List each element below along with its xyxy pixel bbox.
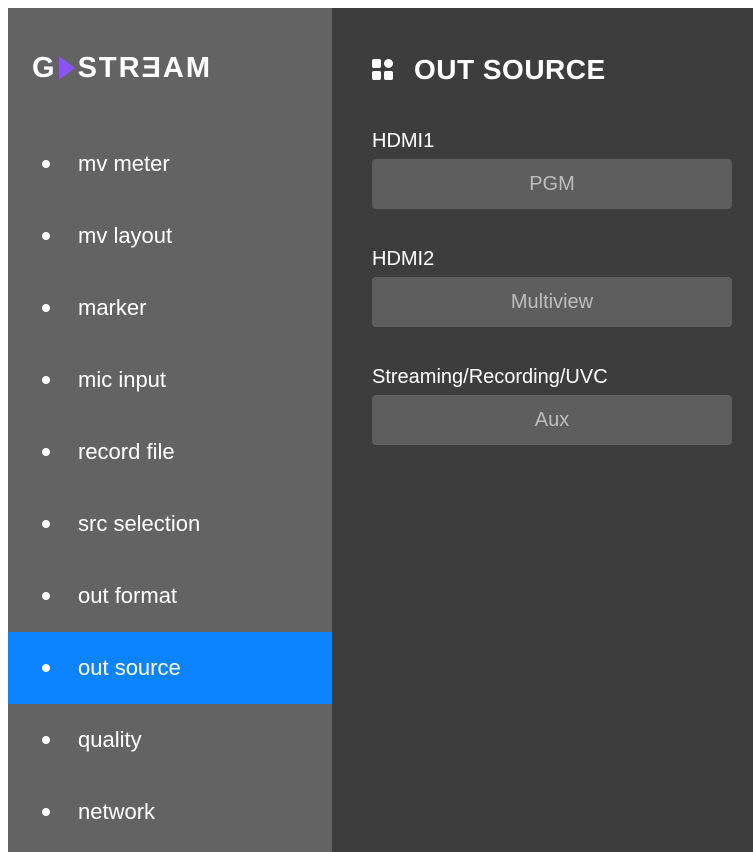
hdmi1-select[interactable]: PGM [372, 159, 732, 209]
bullet-icon [42, 592, 50, 600]
bullet-icon [42, 160, 50, 168]
sidebar-item-label: network [78, 799, 156, 824]
bullet-icon [42, 736, 50, 744]
hdmi2-label: HDMI2 [372, 248, 435, 270]
bullet-icon [42, 304, 50, 312]
sidebar-item-marker[interactable]: marker [8, 272, 332, 344]
sidebar: G STRƎAM mv meter mv layout marker mic i… [8, 8, 332, 852]
play-icon [58, 56, 75, 80]
panel-header: OUT SOURCE [372, 54, 606, 86]
sidebar-item-label: mv meter [78, 151, 170, 176]
bullet-icon [42, 664, 50, 672]
hdmi1-label: HDMI1 [372, 130, 435, 152]
sidebar-item-label: mic input [78, 367, 167, 392]
logo-text-right: STRƎAM [77, 51, 213, 84]
sidebar-item-record-file[interactable]: record file [8, 416, 332, 488]
sidebar-item-label: out source [78, 655, 181, 680]
bullet-icon [42, 232, 50, 240]
sidebar-item-label: out format [78, 583, 178, 608]
sidebar-item-out-format[interactable]: out format [8, 560, 332, 632]
sidebar-item-src-selection[interactable]: src selection [8, 488, 332, 560]
streaming-recording-uvc-select[interactable]: Aux [372, 395, 732, 445]
page-title: OUT SOURCE [414, 54, 606, 85]
sidebar-item-label: src selection [78, 511, 201, 536]
sidebar-nav: mv meter mv layout marker mic input reco… [8, 128, 332, 848]
grid-icon [372, 59, 394, 81]
sidebar-item-mv-meter[interactable]: mv meter [8, 128, 332, 200]
sidebar-item-quality[interactable]: quality [8, 704, 332, 776]
sidebar-item-mic-input[interactable]: mic input [8, 344, 332, 416]
sidebar-item-label: quality [78, 727, 142, 752]
sidebar-item-mv-layout[interactable]: mv layout [8, 200, 332, 272]
sidebar-item-label: record file [78, 439, 175, 464]
hdmi2-select[interactable]: Multiview [372, 277, 732, 327]
sidebar-item-label: mv layout [78, 223, 173, 248]
main-panel: OUT SOURCE HDMI1 PGM HDMI2 Multiview Str… [332, 8, 753, 852]
gostream-logo: G STRƎAM [32, 48, 212, 88]
bullet-icon [42, 448, 50, 456]
streaming-recording-uvc-label: Streaming/Recording/UVC [372, 366, 608, 388]
bullet-icon [42, 376, 50, 384]
sidebar-item-out-source[interactable]: out source [8, 632, 332, 704]
bullet-icon [42, 808, 50, 816]
sidebar-item-network[interactable]: network [8, 776, 332, 848]
sidebar-item-label: marker [78, 295, 147, 320]
app-frame: G STRƎAM mv meter mv layout marker mic i… [8, 8, 753, 852]
bullet-icon [42, 520, 50, 528]
logo-text-left: G [32, 51, 57, 84]
